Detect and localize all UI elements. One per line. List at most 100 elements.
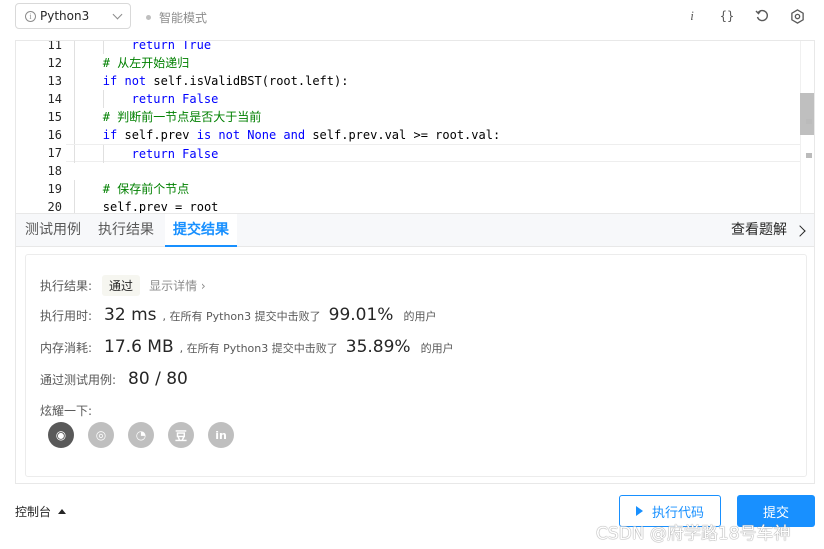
tests-row: 通过测试用例: 80 / 80 bbox=[40, 369, 188, 389]
braces-icon[interactable]: {} bbox=[717, 6, 737, 26]
watermark: CSDN @府学路18号车神 bbox=[596, 524, 791, 544]
editor-toolbar: i Python3 智能模式 i {} bbox=[0, 0, 824, 34]
tab-run-result[interactable]: 执行结果 bbox=[98, 214, 154, 247]
line-number: 15 bbox=[47, 110, 62, 124]
memory-desc: , 在所有 Python3 提交中击败了 bbox=[179, 342, 338, 355]
code-token: # 保存前个节点 bbox=[102, 182, 190, 196]
runtime-value: 32 ms bbox=[104, 305, 157, 325]
tab-submit-result[interactable]: 提交结果 bbox=[165, 214, 237, 247]
editor-scrollbar[interactable] bbox=[800, 41, 814, 213]
view-solution-link[interactable]: 查看题解 bbox=[731, 214, 806, 247]
runtime-label: 执行用时: bbox=[40, 309, 93, 323]
indent-guide bbox=[74, 180, 75, 198]
code-token: is not None and bbox=[196, 128, 313, 142]
line-number: 20 bbox=[47, 200, 62, 213]
line-number: 19 bbox=[47, 182, 62, 196]
indent-guide bbox=[74, 145, 75, 163]
tab-test-cases[interactable]: 测试用例 bbox=[25, 214, 81, 247]
show-details-link[interactable]: 显示详情 › bbox=[149, 277, 206, 294]
code-line[interactable]: return False bbox=[66, 144, 800, 163]
code-token: self.isValidBST(root.left): bbox=[153, 74, 349, 88]
code-token: return bbox=[131, 92, 183, 106]
language-select-label: Python3 bbox=[40, 9, 90, 23]
code-token: if bbox=[102, 128, 125, 142]
code-line[interactable]: return False bbox=[66, 90, 800, 108]
code-text: # 判断前一节点是否大于当前 bbox=[103, 108, 261, 126]
code-text: return False bbox=[132, 145, 219, 163]
line-number: 11 bbox=[47, 40, 62, 52]
code-line[interactable]: if self.prev is not None and self.prev.v… bbox=[66, 126, 800, 144]
code-token: False bbox=[182, 92, 219, 106]
smart-mode-toggle[interactable]: 智能模式 bbox=[146, 9, 207, 26]
line-number: 14 bbox=[47, 92, 62, 106]
code-token: False bbox=[182, 147, 219, 161]
wechat-icon[interactable]: ◉ bbox=[48, 422, 74, 448]
indent-guide bbox=[102, 145, 104, 163]
code-text: return True bbox=[131, 40, 212, 54]
scroll-marker bbox=[806, 119, 812, 124]
runtime-desc: , 在所有 Python3 提交中击败了 bbox=[162, 310, 321, 323]
info-icon[interactable]: i bbox=[682, 6, 702, 26]
code-line[interactable]: if not self.isValidBST(root.left): bbox=[66, 72, 800, 90]
code-line[interactable]: return True bbox=[66, 40, 800, 54]
code-line[interactable]: # 从左开始递归 bbox=[66, 54, 800, 72]
code-area[interactable]: return True # 从左开始递归 if not self.isValidBS… bbox=[66, 41, 800, 213]
result-panel: 执行结果: 通过 显示详情 › 执行用时: 32 ms , 在所有 Python… bbox=[15, 246, 815, 484]
indent-guide bbox=[74, 41, 75, 54]
qq-icon[interactable]: ◔ bbox=[128, 422, 154, 448]
indent-guide bbox=[74, 126, 75, 144]
weibo-icon[interactable]: ◎ bbox=[88, 422, 114, 448]
code-token: # 判断前一节点是否大于当前 bbox=[102, 110, 262, 124]
result-tabs: 测试用例 执行结果 提交结果 查看题解 bbox=[15, 213, 815, 247]
result-card: 执行结果: 通过 显示详情 › 执行用时: 32 ms , 在所有 Python… bbox=[25, 254, 807, 477]
line-number-gutter: 11 12 13 14 15 16 17 18 19 20 bbox=[16, 41, 66, 213]
code-token: self.prev bbox=[124, 128, 197, 142]
memory-row: 内存消耗: 17.6 MB , 在所有 Python3 提交中击败了 35.89… bbox=[40, 337, 454, 357]
view-solution-label: 查看题解 bbox=[731, 222, 787, 238]
indent-guide bbox=[74, 198, 75, 213]
chevron-down-icon bbox=[112, 9, 123, 20]
indent-guide bbox=[74, 72, 75, 90]
code-token: self.prev = root bbox=[102, 200, 219, 213]
indent-guide bbox=[74, 108, 75, 126]
scroll-marker bbox=[806, 153, 812, 158]
code-text: return False bbox=[132, 90, 219, 108]
code-line[interactable] bbox=[66, 162, 800, 180]
status-badge: 通过 bbox=[102, 275, 141, 296]
runtime-percent: 99.01% bbox=[328, 305, 394, 325]
line-number: 13 bbox=[47, 74, 62, 88]
share-buttons: ◉ ◎ ◔ 豆 in bbox=[48, 422, 248, 448]
share-label: 炫耀一下: bbox=[40, 404, 93, 418]
tests-value: 80 / 80 bbox=[128, 369, 188, 389]
code-line[interactable]: # 判断前一节点是否大于当前 bbox=[66, 108, 800, 126]
memory-suffix: 的用户 bbox=[420, 342, 454, 355]
info-icon: i bbox=[25, 10, 36, 22]
line-number: 12 bbox=[47, 56, 62, 70]
line-number: 16 bbox=[47, 128, 62, 142]
code-text: if not self.isValidBST(root.left): bbox=[103, 72, 349, 90]
status-label: 执行结果: bbox=[40, 279, 93, 293]
indent-guide bbox=[74, 90, 75, 108]
code-token: return bbox=[131, 40, 183, 52]
language-select[interactable]: i Python3 bbox=[15, 3, 131, 29]
linkedin-icon[interactable]: in bbox=[208, 422, 234, 448]
memory-label: 内存消耗: bbox=[40, 341, 93, 355]
code-line[interactable]: self.prev = root bbox=[66, 198, 800, 213]
code-editor[interactable]: 11 12 13 14 15 16 17 18 19 20 return True # 从左开始递归… bbox=[15, 40, 815, 213]
code-token: return bbox=[131, 147, 183, 161]
code-line[interactable]: # 保存前个节点 bbox=[66, 180, 800, 198]
code-token: # 从左开始递归 bbox=[102, 56, 190, 70]
runtime-suffix: 的用户 bbox=[403, 310, 437, 323]
reset-icon[interactable] bbox=[752, 6, 772, 26]
settings-icon[interactable] bbox=[787, 6, 807, 26]
douban-icon[interactable]: 豆 bbox=[168, 422, 194, 448]
share-label-row: 炫耀一下: bbox=[40, 402, 92, 419]
indent-guide bbox=[102, 90, 104, 108]
console-label: 控制台 bbox=[15, 505, 52, 519]
show-details-label: 显示详情 bbox=[149, 279, 198, 293]
line-number: 17 bbox=[47, 146, 62, 160]
console-toggle[interactable]: 控制台 bbox=[15, 503, 67, 520]
code-token: True bbox=[182, 40, 212, 52]
line-number: 18 bbox=[47, 164, 62, 178]
scrollbar-thumb[interactable] bbox=[800, 93, 814, 135]
